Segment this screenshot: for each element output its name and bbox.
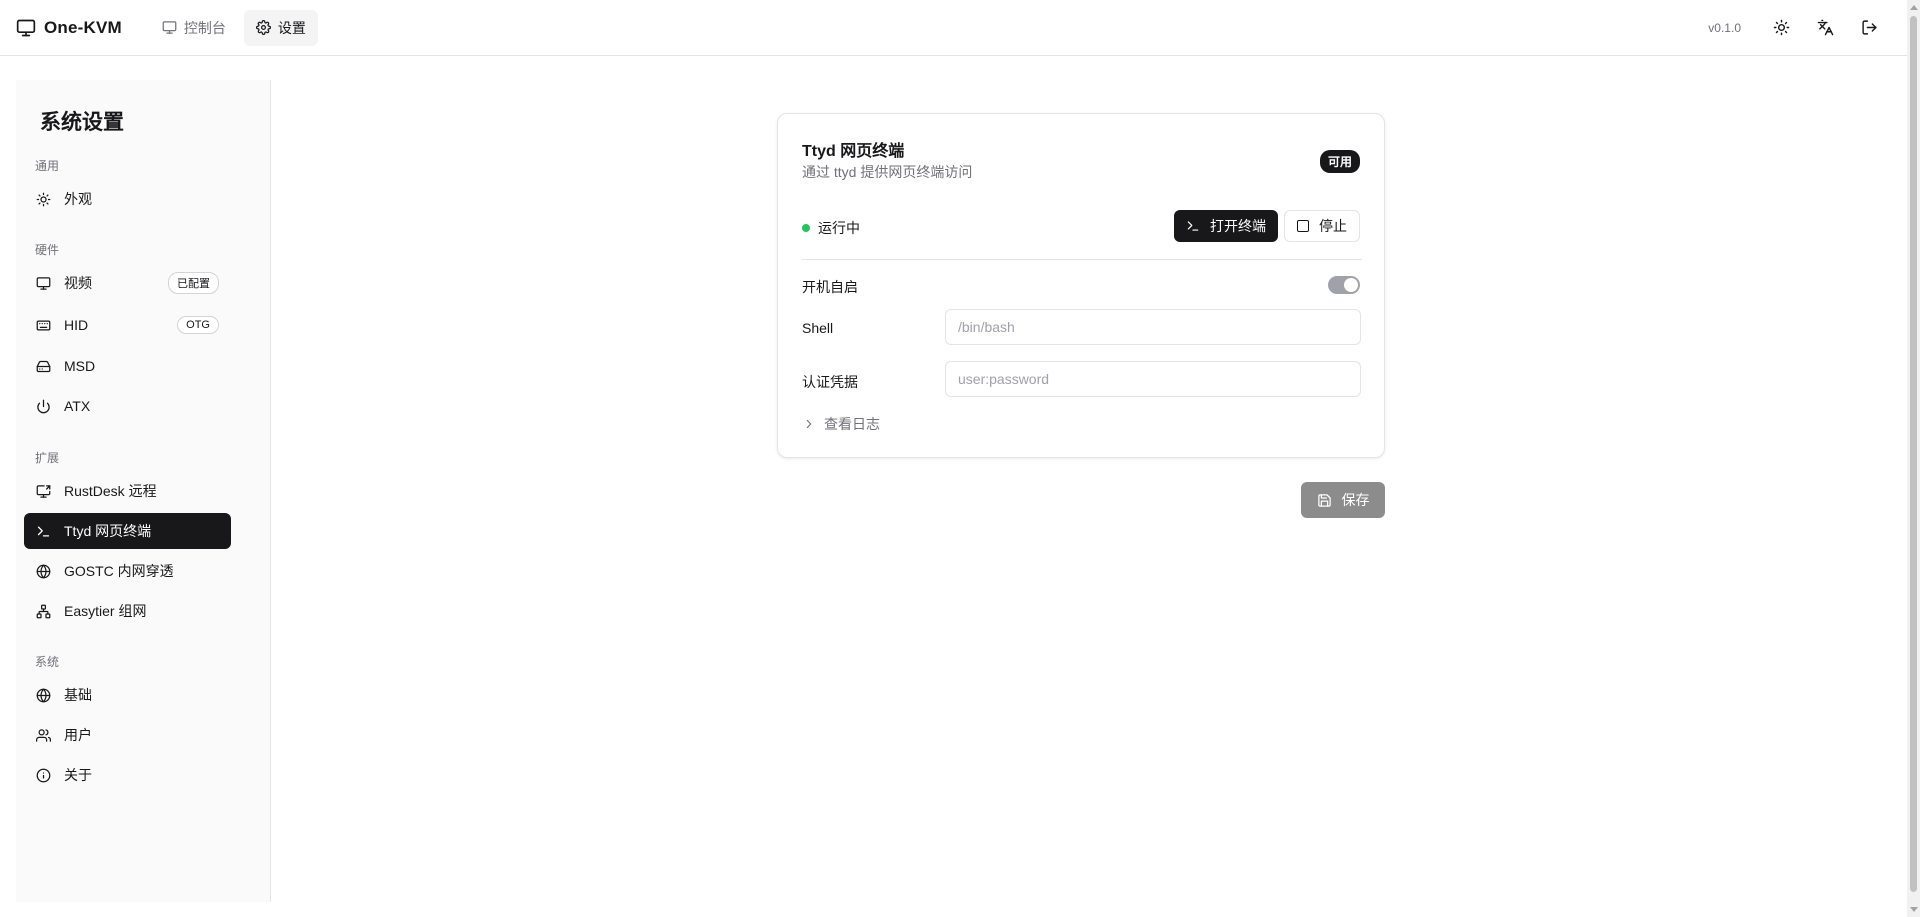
shell-input[interactable] [945, 309, 1361, 345]
group-label-general: 通用 [35, 159, 60, 173]
app-name: One-KVM [44, 17, 122, 37]
sidebar-item-about[interactable]: 关于 [24, 757, 231, 793]
sidebar-item-rustdesk[interactable]: RustDesk 远程 [24, 473, 231, 509]
language-button[interactable] [1807, 10, 1843, 46]
globe-icon [36, 688, 51, 702]
shell-label: Shell [802, 320, 834, 336]
sidebar-item-label: 用户 [64, 727, 92, 743]
sidebar-item-label: Easytier 组网 [64, 603, 147, 619]
sidebar-item-users[interactable]: 用户 [24, 717, 231, 753]
terminal-icon [37, 526, 50, 536]
hard-drive-icon [36, 360, 51, 372]
card-description: 通过 ttyd 提供网页终端访问 [802, 164, 973, 180]
terminal-icon [1187, 221, 1199, 231]
users-icon [36, 728, 51, 742]
service-status: 运行中 [802, 218, 860, 238]
autostart-label: 开机自启 [802, 279, 858, 295]
status-text: 运行中 [818, 220, 860, 236]
scroll-up-arrow[interactable] [1910, 5, 1918, 10]
sidebar-title: 系统设置 [40, 111, 124, 134]
sun-icon [36, 192, 51, 206]
top-bar: One-KVM 控制台 设置 v0.1.0 [0, 0, 1907, 56]
sidebar-item-video[interactable]: 视频 已配置 [24, 265, 231, 301]
monitor-icon [16, 19, 36, 36]
sidebar-item-basic[interactable]: 基础 [24, 677, 231, 713]
nav-settings-label: 设置 [277, 19, 306, 36]
logout-button[interactable] [1851, 10, 1887, 46]
sidebar-item-ttyd[interactable]: Ttyd 网页终端 [24, 513, 231, 549]
stop-label: 停止 [1319, 218, 1347, 234]
screen-share-icon [36, 484, 51, 498]
nav-settings[interactable]: 设置 [243, 9, 318, 46]
scroll-thumb[interactable] [1910, 16, 1917, 892]
page-scrollbar[interactable] [1907, 0, 1920, 917]
sidebar-item-label: 视频 [64, 275, 92, 291]
nav-console[interactable]: 控制台 [150, 10, 238, 46]
sidebar-item-label: HID [64, 317, 89, 333]
view-logs-label: 查看日志 [824, 416, 880, 432]
top-nav: 控制台 设置 [150, 9, 318, 46]
divider [802, 259, 1362, 260]
theme-toggle-button[interactable] [1763, 10, 1799, 46]
network-icon [36, 604, 51, 618]
view-logs-toggle[interactable]: 查看日志 [802, 414, 880, 434]
sidebar-item-label: 关于 [64, 767, 92, 783]
sidebar-item-label: Ttyd 网页终端 [64, 523, 152, 539]
sidebar-item-label: ATX [64, 398, 91, 414]
save-label: 保存 [1341, 492, 1370, 508]
scroll-down-arrow[interactable] [1910, 907, 1918, 912]
group-label-extensions: 扩展 [35, 451, 60, 465]
sidebar-item-hid[interactable]: HID OTG [24, 307, 231, 343]
monitor-icon [162, 21, 177, 34]
save-button[interactable]: 保存 [1301, 482, 1385, 518]
header-actions: v0.1.0 [1708, 10, 1887, 46]
sidebar-item-label: RustDesk 远程 [64, 483, 157, 499]
status-badge: 可用 [1319, 150, 1360, 173]
chevron-right-icon [806, 419, 812, 429]
version-label: v0.1.0 [1708, 20, 1741, 35]
group-label-system: 系统 [35, 655, 60, 669]
card-title: Ttyd 网页终端 [802, 143, 905, 160]
sidebar-item-label: 外观 [64, 191, 92, 207]
toggle-knob [1344, 278, 1358, 292]
auth-credential-input[interactable] [945, 361, 1361, 397]
sidebar-item-easytier[interactable]: Easytier 组网 [24, 593, 231, 629]
stop-button[interactable]: 停止 [1284, 210, 1360, 242]
keyboard-icon [36, 320, 51, 330]
ttyd-settings-card: Ttyd 网页终端 通过 ttyd 提供网页终端访问 可用 运行中 打开终端 停… [777, 113, 1385, 458]
power-icon [37, 399, 50, 413]
gear-icon [255, 20, 271, 35]
sun-icon [1773, 19, 1789, 36]
status-dot [802, 224, 810, 232]
info-icon [36, 768, 51, 782]
auth-label: 认证凭据 [802, 374, 858, 390]
group-label-hardware: 硬件 [35, 243, 60, 257]
stop-icon [1297, 220, 1309, 232]
globe-icon [36, 564, 51, 578]
sidebar-item-appearance[interactable]: 外观 [24, 181, 231, 217]
autostart-toggle[interactable] [1328, 276, 1360, 294]
nav-console-label: 控制台 [183, 19, 226, 36]
translate-icon [1817, 19, 1833, 36]
logout-icon [1861, 20, 1877, 35]
save-icon [1317, 493, 1331, 507]
otg-badge: OTG [177, 316, 219, 334]
sidebar-item-msd[interactable]: MSD [24, 348, 231, 384]
open-terminal-button[interactable]: 打开终端 [1174, 210, 1278, 242]
sidebar-item-atx[interactable]: ATX [24, 388, 231, 424]
monitor-icon [36, 276, 51, 290]
sidebar-item-label: 基础 [64, 687, 92, 703]
sidebar-item-label: GOSTC 内网穿透 [64, 563, 174, 579]
configured-badge: 已配置 [168, 272, 219, 294]
sidebar-item-gostc[interactable]: GOSTC 内网穿透 [24, 553, 231, 589]
sidebar-item-label: MSD [64, 358, 96, 374]
brand[interactable]: One-KVM [16, 18, 122, 38]
open-terminal-label: 打开终端 [1210, 218, 1266, 234]
